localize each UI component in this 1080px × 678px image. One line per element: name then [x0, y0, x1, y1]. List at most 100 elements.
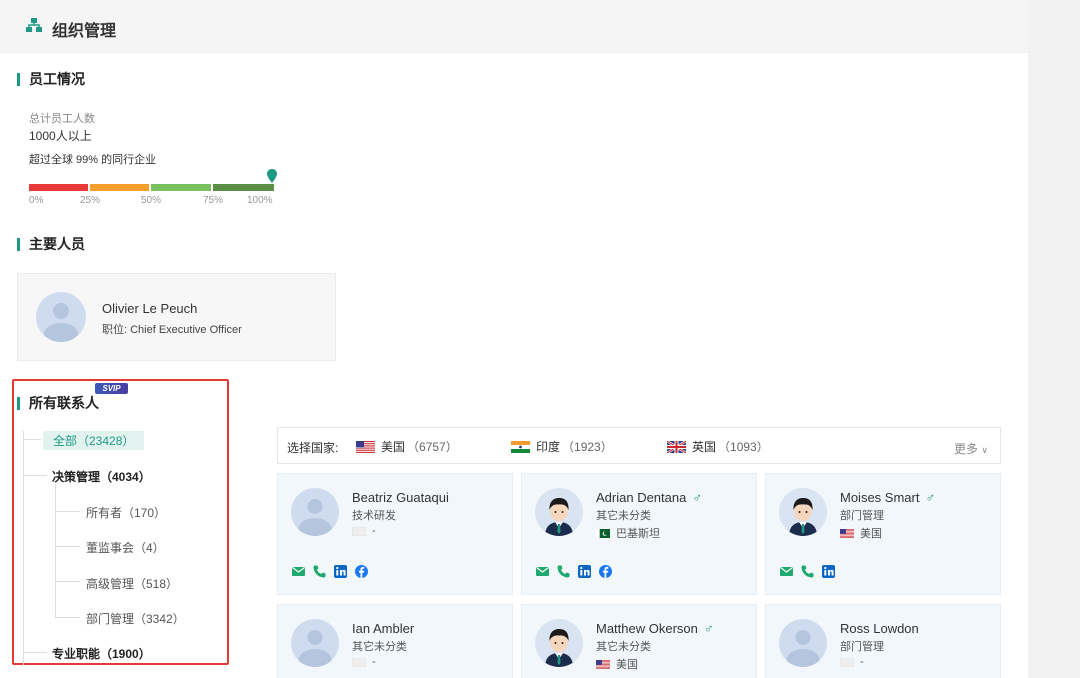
contact-role: 部门管理 [840, 510, 884, 522]
key-person-position: 职位: Chief Executive Officer [102, 324, 242, 336]
contact-role: 部门管理 [840, 641, 884, 653]
email-icon[interactable] [779, 564, 794, 579]
contact-role: 技术研发 [352, 510, 396, 522]
contact-name-text: Adrian Dentana [596, 490, 687, 505]
tree-line [55, 511, 80, 512]
country-count: （6757） [407, 440, 458, 454]
avatar [36, 292, 86, 342]
tree-item-all[interactable]: 全部（23428） [43, 431, 145, 450]
contact-location: 美国 [596, 656, 638, 672]
contact-name-text: Moises Smart [840, 490, 920, 505]
male-icon: ♂ [925, 490, 936, 505]
contact-name[interactable]: Ross Lowdon [840, 621, 919, 636]
country-filter-bar: 选择国家: 美国 （6757） 印度 （1923） 英国 （1093） 更多 ∨ [277, 427, 1001, 464]
avatar [535, 488, 583, 536]
blank-flag-icon [840, 657, 854, 667]
contact-location-text: - [860, 656, 864, 668]
contact-name[interactable]: Matthew Okerson ♂ [596, 621, 714, 636]
chevron-down-icon: ∨ [981, 445, 988, 455]
contact-role: 其它未分类 [352, 641, 407, 653]
tree-line [23, 475, 47, 476]
tree-item-dept-mgmt[interactable]: 部门管理（3342） [86, 610, 185, 627]
tree-line [55, 484, 56, 617]
contact-name[interactable]: Beatriz Guataqui [352, 490, 449, 505]
contact-location: 巴基斯坦 [596, 525, 660, 541]
phone-icon[interactable] [312, 564, 327, 579]
avatar [291, 488, 339, 536]
country-name: 印度 [536, 440, 561, 454]
uk-flag-icon [667, 440, 686, 453]
key-person-name[interactable]: Olivier Le Peuch [102, 301, 197, 316]
bar-segment [213, 184, 274, 191]
country-count: （1093） [718, 440, 769, 454]
tree-item-professional[interactable]: 专业职能（1900） [52, 645, 151, 662]
us-flag-icon [356, 440, 375, 453]
linkedin-icon[interactable] [333, 564, 348, 579]
country-option-us[interactable]: 美国 （6757） [356, 438, 458, 455]
bar-tick: 100% [247, 195, 273, 206]
contact-card[interactable]: Beatriz Guataqui 技术研发 - [277, 473, 513, 595]
country-name: 英国 [692, 440, 717, 454]
bar-tick: 25% [80, 195, 101, 206]
tree-line [55, 617, 80, 618]
org-chart-icon [26, 18, 42, 32]
phone-icon[interactable] [800, 564, 815, 579]
avatar [535, 619, 583, 667]
contact-name-text: Ross Lowdon [840, 621, 919, 636]
tree-line [55, 546, 80, 547]
avatar [779, 619, 827, 667]
contact-name-text: Ian Ambler [352, 621, 415, 636]
tree-line [23, 652, 47, 653]
percentile-text: 超过全球 99% 的同行企业 [29, 154, 157, 166]
tree-item-senior-mgmt[interactable]: 高级管理（518） [86, 575, 178, 592]
contact-card[interactable]: Adrian Dentana ♂ 其它未分类 巴基斯坦 [521, 473, 757, 595]
bar-tick: 75% [203, 195, 224, 206]
contact-card[interactable]: Moises Smart ♂ 部门管理 美国 [765, 473, 1001, 595]
contact-actions [535, 564, 613, 579]
bar-segment [90, 184, 149, 191]
total-employees-label: 总计员工人数 [29, 113, 95, 125]
facebook-icon[interactable] [354, 564, 369, 579]
contact-name[interactable]: Adrian Dentana ♂ [596, 490, 702, 505]
contact-location-text: - [372, 656, 376, 668]
email-icon[interactable] [535, 564, 550, 579]
percentile-bar [29, 184, 274, 191]
key-person-card[interactable]: Olivier Le Peuch 职位: Chief Executive Off… [17, 273, 336, 361]
blank-flag-icon [352, 526, 366, 536]
male-icon: ♂ [692, 490, 703, 505]
contacts-section-title: 所有联系人 [17, 393, 99, 413]
avatar [291, 619, 339, 667]
bar-segment [29, 184, 88, 191]
country-option-india[interactable]: 印度 （1923） [511, 438, 613, 455]
right-gutter [1028, 0, 1080, 678]
contact-location: - [352, 656, 376, 668]
email-icon[interactable] [291, 564, 306, 579]
bar-segment [151, 184, 211, 191]
linkedin-icon[interactable] [821, 564, 836, 579]
linkedin-icon[interactable] [577, 564, 592, 579]
phone-icon[interactable] [556, 564, 571, 579]
page-title: 组织管理 [52, 23, 117, 40]
page-header: 组织管理 [0, 0, 1028, 53]
contact-location-text: 美国 [616, 659, 638, 671]
tree-item-board[interactable]: 董监事会（4） [86, 539, 165, 556]
tree-line [23, 431, 24, 665]
key-people-section-title: 主要人员 [17, 234, 85, 254]
more-countries-button[interactable]: 更多 ∨ [954, 440, 988, 457]
contact-name[interactable]: Moises Smart ♂ [840, 490, 935, 505]
svip-badge: SVIP [95, 383, 128, 394]
tree-item-decision[interactable]: 决策管理（4034） [52, 468, 151, 485]
contact-card[interactable]: Ross Lowdon 部门管理 - [765, 604, 1001, 678]
country-option-uk[interactable]: 英国 （1093） [667, 438, 769, 455]
contact-card[interactable]: Ian Ambler 其它未分类 - [277, 604, 513, 678]
contact-actions [779, 564, 836, 579]
facebook-icon[interactable] [598, 564, 613, 579]
us-flag-icon [840, 528, 854, 538]
contact-location: - [352, 525, 376, 537]
tree-item-owners[interactable]: 所有者（170） [86, 504, 166, 521]
contact-card[interactable]: Matthew Okerson ♂ 其它未分类 美国 [521, 604, 757, 678]
contact-location-text: 巴基斯坦 [616, 528, 660, 540]
contact-name[interactable]: Ian Ambler [352, 621, 414, 636]
total-employees-value: 1000人以上 [29, 129, 92, 143]
pakistan-flag-icon [596, 528, 610, 538]
